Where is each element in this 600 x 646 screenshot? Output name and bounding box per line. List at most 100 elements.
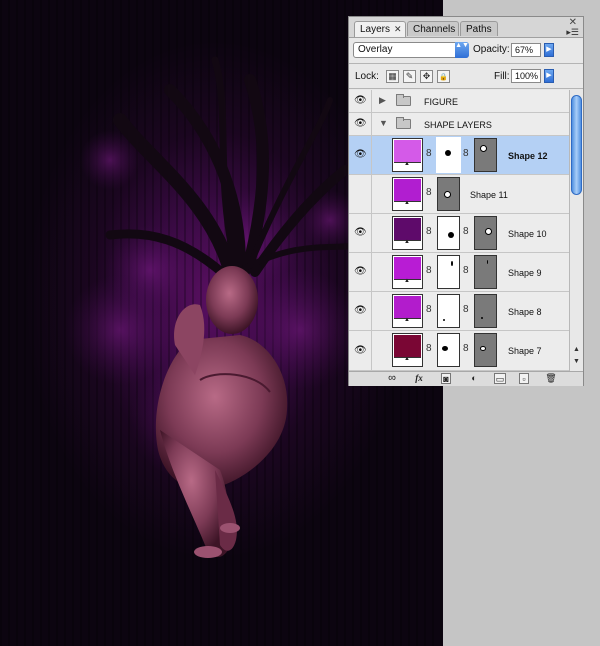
fill-thumbnail[interactable] [392,333,423,367]
fill-field[interactable]: 100% [511,69,541,83]
fill-thumbnail[interactable] [392,138,423,172]
vector-shape [444,191,451,198]
blend-mode-select[interactable]: Overlay ▲▼ [353,42,469,58]
link-chain-icon[interactable]: 8 [463,265,469,276]
dropdown-arrows-icon: ▲▼ [455,42,469,58]
tab-layers[interactable]: Layers ✕ [354,21,406,37]
fill-thumbnail[interactable] [392,255,423,289]
trash-icon[interactable]: 🗑 [545,373,557,384]
move-icon: ✥ [422,71,431,81]
lock-label: Lock: [355,71,379,82]
divider [349,88,583,89]
link-chain-icon[interactable]: 8 [426,343,432,354]
group-name: SHAPE LAYERS [424,120,492,130]
new-layer-icon[interactable]: ▫ [519,373,529,384]
lock-transparent-icon: ▦ [388,71,397,81]
layer-style-fx-icon[interactable]: fx [411,373,427,384]
expand-arrow-icon[interactable]: ▼ [379,118,388,128]
visibility-toggle[interactable]: 👁 [349,90,372,112]
vector-shape [481,317,483,319]
layer-mask-thumbnail[interactable] [436,137,461,173]
divider [349,63,583,64]
folder-icon [396,117,411,129]
layer-row[interactable]: 👁 8 8 Shape 9 [349,253,569,292]
visibility-toggle[interactable]: 👁 [349,292,372,330]
vector-mask-thumbnail[interactable] [474,216,497,250]
lock-transparent-button[interactable]: ▦ [386,70,399,83]
layer-list-scrollbar[interactable]: ▲ ▼ [569,90,583,371]
vector-mask-thumbnail[interactable] [474,294,497,328]
tab-close-icon[interactable]: ✕ [394,24,402,34]
link-chain-icon[interactable]: 8 [426,148,432,159]
vector-mask-thumbnail[interactable] [437,177,460,211]
fill-thumbnail[interactable] [392,177,423,211]
vector-mask-thumbnail[interactable] [474,138,497,172]
link-chain-icon[interactable]: 8 [463,148,469,159]
expand-arrow-icon[interactable]: ▶ [379,95,386,106]
layer-row[interactable]: 8 Shape 11 [349,175,569,214]
opacity-value: 67% [515,45,534,55]
layer-row[interactable]: 👁 8 8 Shape 10 [349,214,569,253]
lock-position-button[interactable]: ✥ [420,70,433,83]
layer-name: Shape 9 [508,268,542,278]
bokeh-shape [65,275,175,385]
layer-name: Shape 10 [508,229,547,239]
mask-shape [442,346,448,351]
layer-mask-thumbnail[interactable] [437,216,460,250]
vector-mask-thumbnail[interactable] [474,255,497,289]
panel-menu-icon[interactable]: ▸☰ [566,27,579,38]
fill-base [394,161,421,170]
layer-name: Shape 11 [470,190,508,200]
scroll-up-icon[interactable]: ▲ [571,346,582,353]
fill-base [394,317,421,326]
group-row-shape-layers[interactable]: 👁 ▼ SHAPE LAYERS [349,113,569,136]
scroll-down-icon[interactable]: ▼ [571,358,582,365]
link-chain-icon[interactable]: 8 [463,226,469,237]
add-mask-icon[interactable]: ◙ [441,373,451,384]
vector-shape [480,346,486,351]
mask-shape [448,232,454,238]
layer-row[interactable]: 👁 8 8 Shape 7 [349,331,569,371]
link-chain-icon[interactable]: 8 [463,343,469,354]
link-chain-icon[interactable]: 8 [426,304,432,315]
group-row-figure[interactable]: 👁 ▶ FIGURE [349,90,569,113]
fill-thumbnail[interactable] [392,216,423,250]
adjustment-layer-icon[interactable]: ◐ [467,373,481,384]
lock-all-button[interactable]: 🔒 [437,70,450,83]
tab-paths[interactable]: Paths [460,21,498,36]
opacity-slider-button[interactable]: ▶ [544,43,554,57]
fill-slider-button[interactable]: ▶ [544,69,554,83]
fill-thumbnail[interactable] [392,294,423,328]
scrollbar-thumb[interactable] [571,95,582,195]
layer-name: Shape 8 [508,307,542,317]
link-layers-icon[interactable]: ∞ [383,373,401,384]
lock-icon: 🔒 [439,74,448,81]
visibility-toggle[interactable]: 👁 [349,331,372,370]
lock-paint-button[interactable]: ✎ [403,70,416,83]
group-name: FIGURE [424,97,459,107]
blend-mode-value: Overlay [358,44,393,55]
vector-mask-thumbnail[interactable] [474,333,497,367]
fill-base [394,356,421,365]
fill-label: Fill: [494,71,510,82]
link-chain-icon[interactable]: 8 [426,187,432,198]
link-chain-icon[interactable]: 8 [426,226,432,237]
new-group-icon[interactable]: ▭ [494,373,506,384]
visibility-toggle[interactable]: 👁 [349,214,372,252]
layer-mask-thumbnail[interactable] [437,333,460,367]
opacity-field[interactable]: 67% [511,43,541,57]
visibility-toggle[interactable]: 👁 [349,136,372,174]
visibility-toggle[interactable]: 👁 [349,253,372,291]
tab-paths-label: Paths [466,24,492,35]
layer-mask-thumbnail[interactable] [437,255,460,289]
vector-shape [487,260,488,264]
vector-shape [485,228,492,235]
layer-row[interactable]: 👁 8 8 Shape 12 [349,136,569,175]
tab-channels[interactable]: Channels [407,21,459,36]
layer-row[interactable]: 👁 8 8 Shape 8 [349,292,569,331]
link-chain-icon[interactable]: 8 [463,304,469,315]
visibility-toggle[interactable]: 👁 [349,113,372,135]
layer-mask-thumbnail[interactable] [437,294,460,328]
link-chain-icon[interactable]: 8 [426,265,432,276]
layer-name: Shape 7 [508,346,542,356]
